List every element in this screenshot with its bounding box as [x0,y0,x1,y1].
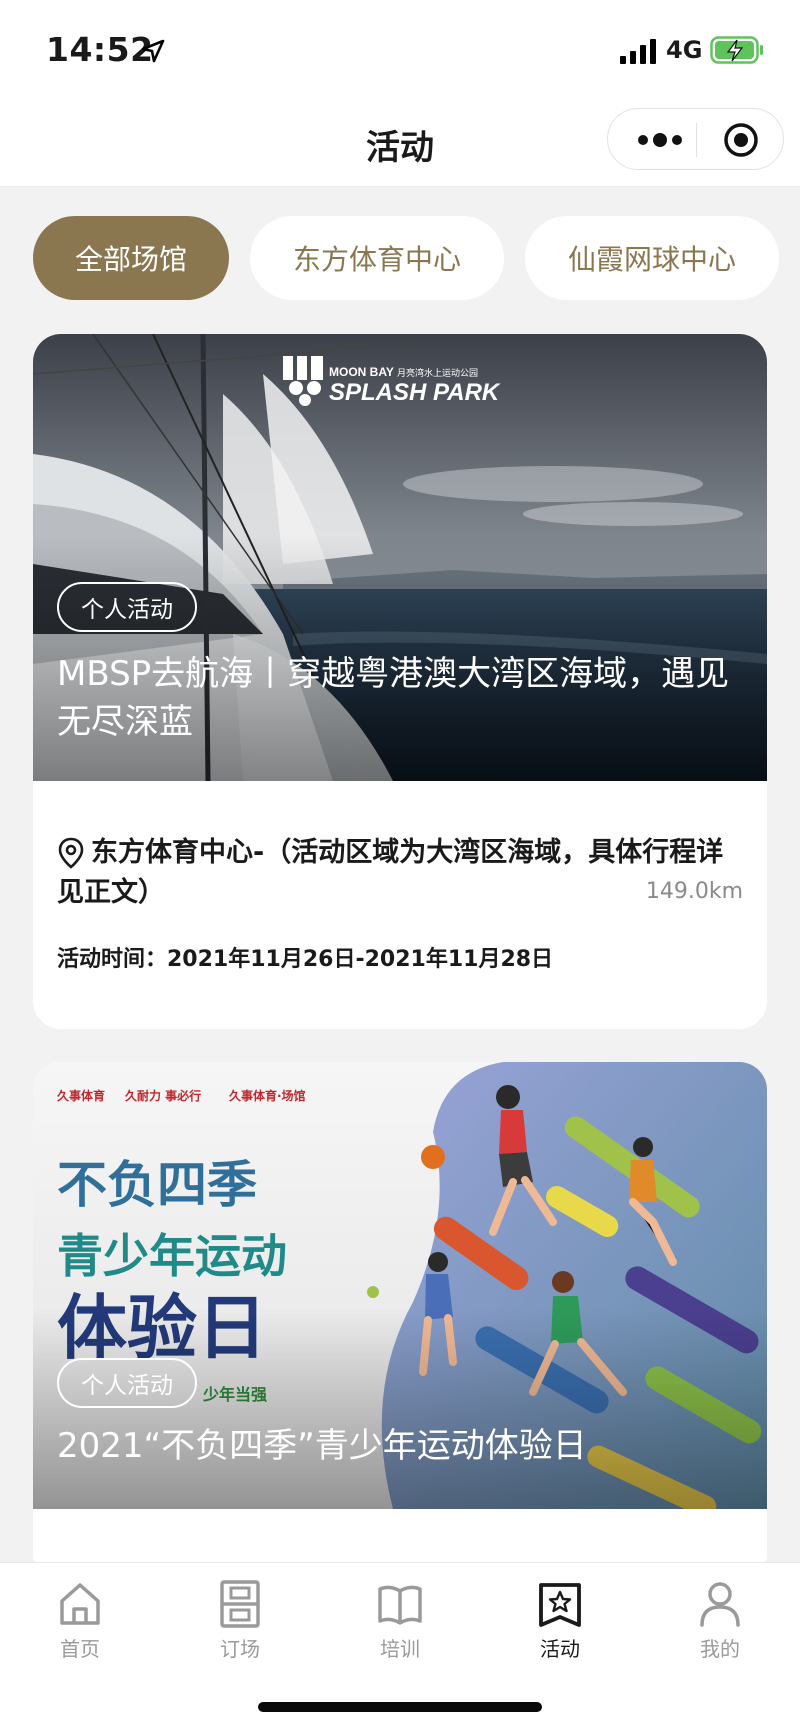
tab-activities[interactable]: 活动 [480,1573,640,1673]
activity-time: 活动时间：2021年11月26日-2021年11月28日 [57,947,554,972]
network-type: 4G [666,36,703,64]
status-bar: 14:52 4G [0,0,800,96]
tab-profile[interactable]: 我的 [640,1573,800,1673]
miniprogram-capsule [607,108,784,170]
battery-charging-icon [710,36,763,64]
tab-training[interactable]: 培训 [320,1573,480,1673]
capsule-divider [696,123,697,157]
svg-text:月亮湾水上运动公园: 月亮湾水上运动公园 [397,367,478,379]
tab-label: 订场 [220,1637,260,1661]
tab-label: 首页 [60,1637,100,1661]
svg-text:MOON BAY: MOON BAY [329,365,394,379]
navigation-bar: 活动 [0,96,800,187]
filter-chip-dongfang-sports-center[interactable]: 东方体育中心 [250,216,504,300]
filter-chip-all-venues[interactable]: 全部场馆 [33,216,229,300]
activity-type-tag: 个人活动 [57,1358,197,1408]
activity-type-tag: 个人活动 [57,582,197,632]
activity-distance: 149.0km [645,879,743,904]
book-icon [378,1585,422,1625]
user-icon [700,1582,740,1627]
home-icon [60,1583,100,1625]
tab-label: 培训 [380,1637,420,1661]
tab-court-booking[interactable]: 订场 [160,1573,320,1673]
venue-filter-bar: 全部场馆 东方体育中心 仙霞网球中心 [0,216,800,302]
activity-title: 2021“不负四季”青少年运动体验日 [57,1426,587,1466]
tab-label: 活动 [540,1637,580,1661]
close-miniprogram-icon[interactable] [723,122,759,158]
activity-card[interactable]: 久事体育 久耐力 事必行 久事体育·场馆 不负四季 青少年运动 体验日 少年当强… [33,1062,767,1582]
more-icon[interactable] [635,126,715,154]
activity-card[interactable]: MOON BAY 月亮湾水上运动公园 SPLASH PARK 个人活动 MBSP… [33,334,767,1029]
filter-chip-xianxia-tennis-center[interactable]: 仙霞网球中心 [525,216,779,300]
tab-home[interactable]: 首页 [0,1573,160,1673]
status-time: 14:52 [46,30,154,69]
svg-text:SPLASH PARK: SPLASH PARK [329,379,501,406]
tab-label: 我的 [700,1637,740,1661]
cellular-signal-icon [620,39,656,64]
activity-location: 东方体育中心-（活动区域为大湾区海域，具体行程详见正文） [57,837,724,908]
court-booking-icon [220,1580,260,1628]
home-indicator[interactable] [258,1702,542,1712]
location-arrow-icon [141,39,165,63]
activity-title: MBSP去航海丨穿越粤港澳大湾区海域，遇见无尽深蓝 [57,654,730,742]
activity-star-icon [539,1583,581,1627]
